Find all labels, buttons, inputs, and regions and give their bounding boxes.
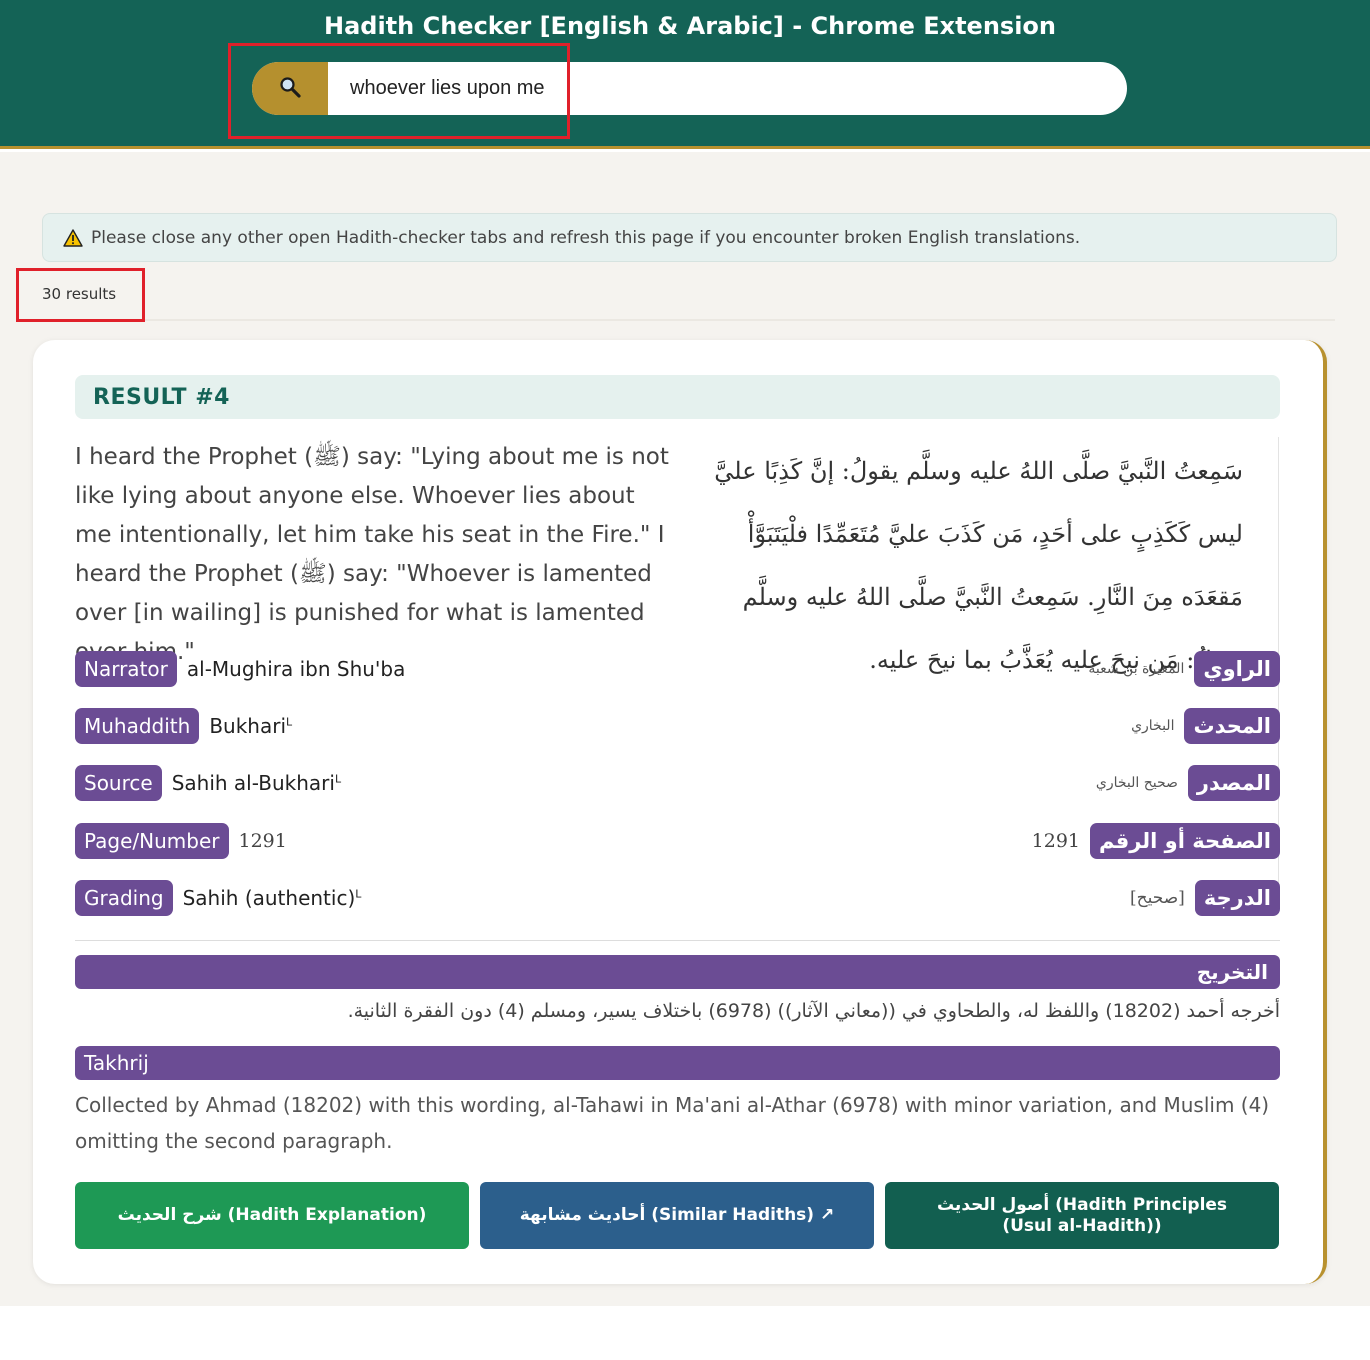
grading-label: Grading — [75, 880, 173, 916]
meta-row-source: Source Sahih al-BukhariL المصدر صحيح الب… — [75, 765, 1280, 801]
page-label: Page/Number — [75, 823, 229, 859]
app-title: Hadith Checker [English & Arabic] - Chro… — [323, 12, 1057, 40]
muhaddith-superscript: L — [286, 715, 293, 729]
similar-hadiths-button[interactable]: أحاديث مشابهة (Similar Hadiths) ↗ — [480, 1182, 874, 1249]
narrator-label-ar: الراوي — [1194, 651, 1280, 687]
grading-value-ar: [صحيح] — [1130, 888, 1185, 908]
page-label-ar: الصفحة أو الرقم — [1090, 823, 1280, 859]
meta-row-narrator: Narrator al-Mughira ibn Shu'ba الراوي ال… — [75, 651, 1280, 687]
page-value-ar: 1291 — [1031, 830, 1080, 852]
warning-triangle-icon — [63, 228, 83, 247]
grading-value: Sahih (authentic) — [182, 886, 356, 910]
muhaddith-value-ar: البخاري — [1131, 718, 1175, 734]
search-input[interactable] — [344, 62, 1104, 115]
muhaddith-label-ar: المحدث — [1184, 708, 1280, 744]
search-button[interactable] — [252, 62, 328, 115]
source-label-ar: المصدر — [1187, 765, 1280, 801]
meta-row-grading: Grading Sahih (authentic)L الدرجة [صحيح] — [75, 880, 1280, 916]
page-value: 1291 — [238, 830, 287, 852]
app-header: Hadith Checker [English & Arabic] - Chro… — [0, 0, 1370, 149]
takhrij-en-header: Takhrij — [75, 1046, 1280, 1080]
takhrij-en-text: Collected by Ahmad (18202) with this wor… — [75, 1093, 1270, 1153]
meta-row-page: Page/Number 1291 الصفحة أو الرقم 1291 — [75, 823, 1280, 859]
source-label: Source — [75, 765, 162, 801]
narrator-label: Narrator — [75, 651, 177, 687]
narrator-value-ar: المغيرة بن شعبة — [1088, 661, 1185, 677]
result-card: RESULT #4 I heard the Prophet (ﷺ) say: "… — [33, 340, 1327, 1284]
results-divider — [145, 319, 1335, 321]
takhrij-ar-header: التخريج — [75, 955, 1280, 989]
grading-superscript: L — [355, 887, 362, 901]
meta-row-muhaddith: Muhaddith BukhariL المحدث البخاري — [75, 708, 1280, 744]
source-value-ar: صحيح البخاري — [1095, 775, 1178, 791]
results-count: 30 results — [42, 285, 117, 303]
source-superscript: L — [334, 772, 342, 786]
narrator-value: al-Mughira ibn Shu'ba — [186, 657, 406, 681]
hadith-explanation-button[interactable]: شرح الحديث (Hadith Explanation) — [75, 1182, 469, 1249]
result-heading: RESULT #4 — [75, 375, 1280, 419]
hadith-principles-button[interactable]: أصول الحديث (Hadith Principles (Usul al-… — [885, 1182, 1279, 1249]
source-value: Sahih al-Bukhari — [171, 771, 335, 795]
notice-banner: Please close any other open Hadith-check… — [42, 213, 1337, 262]
takhrij-ar-text: أخرجه أحمد (18202) واللفظ له، والطحاوي ف… — [347, 1000, 1280, 1022]
search-bar — [252, 62, 1127, 115]
muhaddith-label: Muhaddith — [75, 708, 200, 744]
notice-text: Please close any other open Hadith-check… — [91, 227, 1081, 248]
hadith-english-text: I heard the Prophet (ﷺ) say: "Lying abou… — [75, 444, 669, 665]
muhaddith-value: Bukhari — [209, 714, 287, 738]
grading-label-ar: الدرجة — [1194, 880, 1280, 916]
search-icon — [278, 75, 302, 102]
meta-divider — [75, 940, 1280, 941]
